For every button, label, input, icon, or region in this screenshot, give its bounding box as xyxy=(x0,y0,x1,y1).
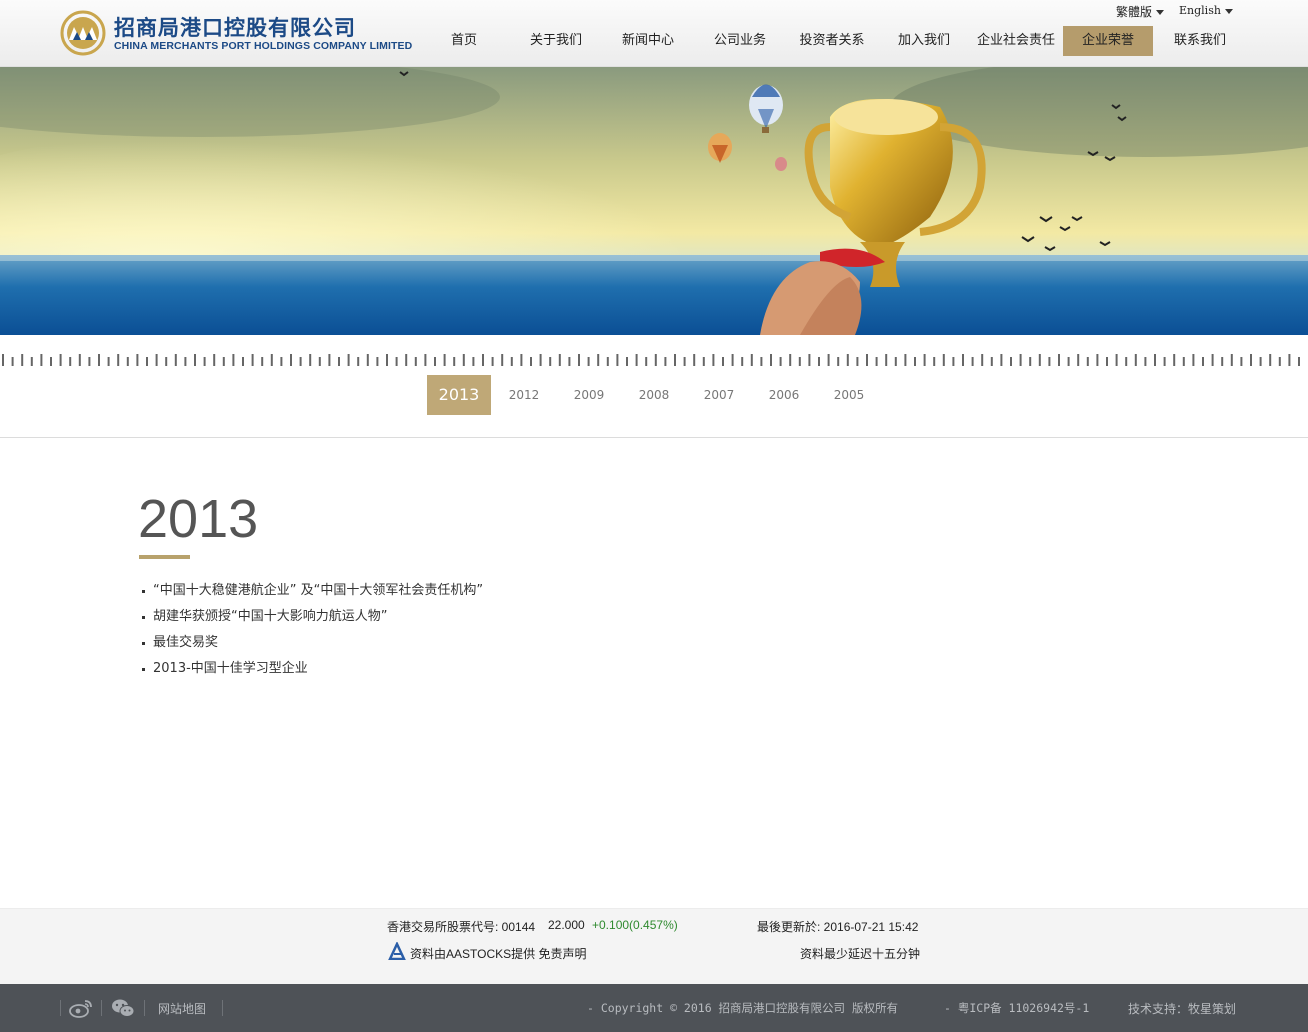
year-tab-2006[interactable]: 2006 xyxy=(752,375,816,415)
footer-separator xyxy=(222,1000,223,1016)
nav-item-contact[interactable]: 联系我们 xyxy=(1154,26,1246,56)
year-tab-2013[interactable]: 2013 xyxy=(427,375,491,415)
language-english-label: English xyxy=(1179,4,1221,17)
chevron-down-icon xyxy=(1156,10,1165,15)
nav-item-business[interactable]: 公司业务 xyxy=(694,26,786,56)
chevron-down-icon xyxy=(1224,8,1233,14)
nav-item-careers[interactable]: 加入我们 xyxy=(878,26,970,56)
site-header: 招商局港口控股有限公司 CHINA MERCHANTS PORT HOLDING… xyxy=(0,0,1308,67)
language-english-dropdown[interactable]: English xyxy=(1179,4,1233,17)
nav-item-about[interactable]: 关于我们 xyxy=(510,26,602,56)
list-item: 最佳交易奖 xyxy=(142,632,483,658)
language-traditional-label: 繁體版 xyxy=(1116,5,1153,19)
hero-banner-image xyxy=(0,67,1308,335)
stock-updated-time: 最後更新於: 2016-07-21 15:42 xyxy=(757,920,919,934)
weibo-icon[interactable] xyxy=(69,998,93,1018)
icp-license-text: - 粤ICP备 11026942号-1 xyxy=(944,1001,1090,1015)
nav-item-investors[interactable]: 投资者关系 xyxy=(786,26,878,56)
footer-separator xyxy=(101,1000,102,1016)
company-logo-icon xyxy=(60,10,106,56)
site-footer: 网站地图 - Copyright © 2016 招商局港口控股有限公司 版权所有… xyxy=(0,984,1308,1032)
selected-year-heading: 2013 xyxy=(138,489,259,549)
list-item: “中国十大稳健港航企业” 及“中国十大领军社会责任机构” xyxy=(142,580,483,606)
stock-delay-notice: 资料最少延迟十五分钟 xyxy=(800,947,921,961)
company-logo[interactable]: 招商局港口控股有限公司 CHINA MERCHANTS PORT HOLDING… xyxy=(60,10,412,58)
stock-code: 香港交易所股票代号: 00144 xyxy=(387,920,536,934)
stock-quote-bar: 香港交易所股票代号: 00144 22.000 +0.100(0.457%) 最… xyxy=(0,908,1308,984)
list-item: 2013-中国十佳学习型企业 xyxy=(142,658,483,684)
timeline-ruler xyxy=(2,354,1300,366)
footer-separator xyxy=(144,1000,145,1016)
aastocks-logo-icon xyxy=(388,942,406,960)
heading-underline xyxy=(139,555,190,559)
year-tab-2007[interactable]: 2007 xyxy=(687,375,751,415)
footer-separator xyxy=(60,1000,61,1016)
nav-item-home[interactable]: 首页 xyxy=(418,26,510,56)
logo-chinese-name: 招商局港口控股有限公司 xyxy=(114,15,356,40)
nav-item-news[interactable]: 新闻中心 xyxy=(602,26,694,56)
list-item: 胡建华获颁授“中国十大影响力航运人物” xyxy=(142,606,483,632)
stock-change: +0.100(0.457%) xyxy=(592,918,678,932)
copyright-text: - Copyright © 2016 招商局港口控股有限公司 版权所有 xyxy=(587,1001,898,1015)
hero-banner xyxy=(0,67,1308,335)
stock-price: 22.000 xyxy=(548,918,585,932)
year-tab-2005[interactable]: 2005 xyxy=(817,375,881,415)
nav-item-honors[interactable]: 企业荣誉 xyxy=(1063,26,1153,56)
language-traditional-dropdown[interactable]: 繁體版 xyxy=(1116,3,1165,20)
year-tab-2008[interactable]: 2008 xyxy=(622,375,686,415)
wechat-icon[interactable] xyxy=(111,998,135,1018)
year-tab-2012[interactable]: 2012 xyxy=(492,375,556,415)
honors-list: “中国十大稳健港航企业” 及“中国十大领军社会责任机构” 胡建华获颁授“中国十大… xyxy=(142,580,483,684)
stock-provider-disclaimer-link[interactable]: 资料由AASTOCKS提供 免责声明 xyxy=(410,945,586,962)
logo-english-name: CHINA MERCHANTS PORT HOLDINGS COMPANY LI… xyxy=(114,40,413,52)
year-tab-2009[interactable]: 2009 xyxy=(557,375,621,415)
section-divider xyxy=(0,437,1308,438)
nav-item-csr[interactable]: 企业社会责任 xyxy=(970,26,1062,56)
tech-support-text: 技术支持：牧星策划 xyxy=(1128,1002,1237,1016)
sitemap-link[interactable]: 网站地图 xyxy=(158,1000,206,1017)
